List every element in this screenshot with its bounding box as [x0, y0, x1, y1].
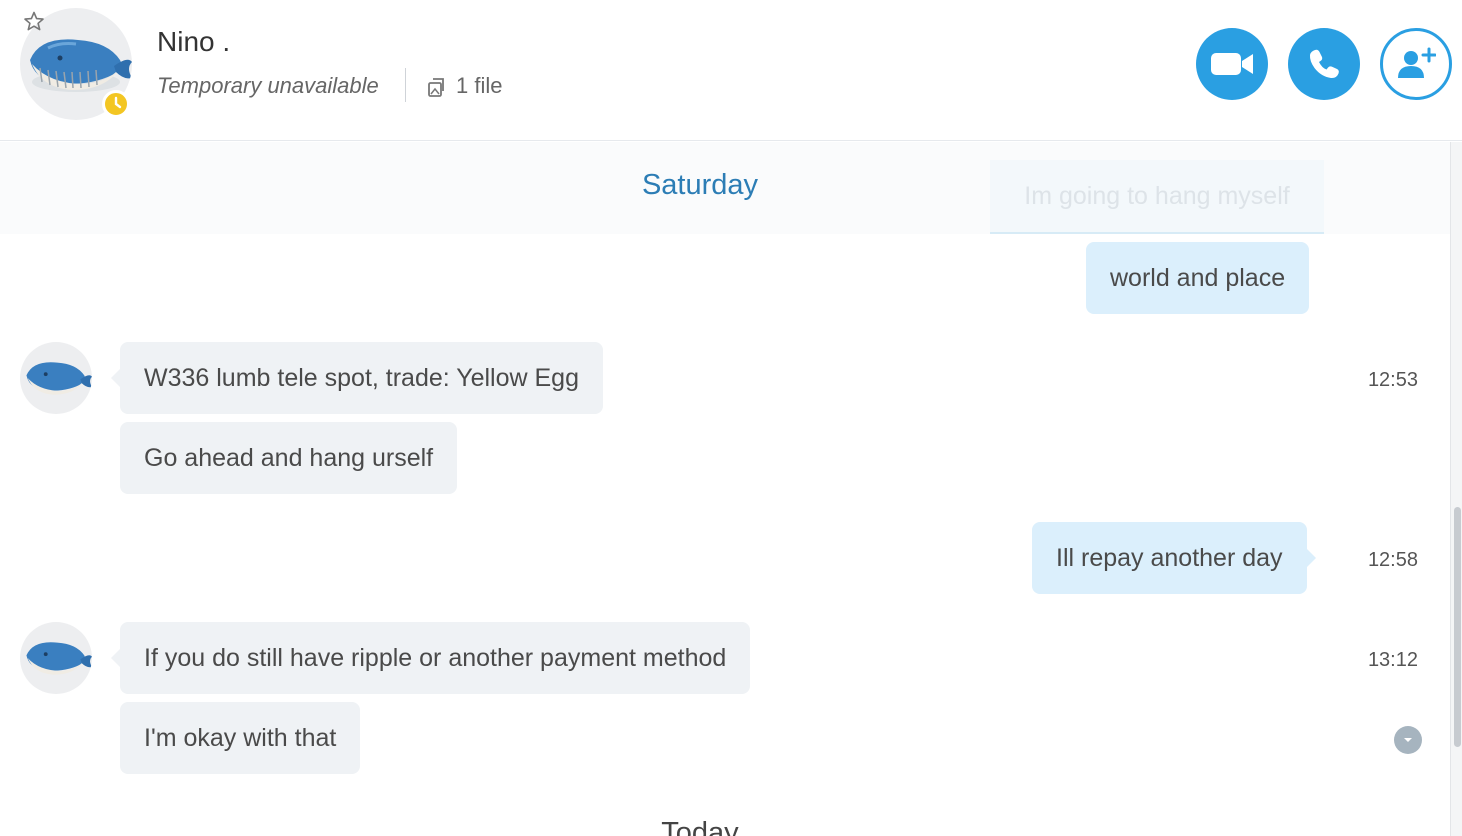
- message-bubble-outgoing[interactable]: Im going to hang myself: [990, 160, 1324, 234]
- whale-avatar-image: [26, 362, 92, 395]
- sender-avatar[interactable]: [20, 622, 92, 694]
- file-icon[interactable]: [427, 76, 447, 98]
- message-bubble-incoming[interactable]: I'm okay with that: [120, 702, 361, 774]
- message-bubble-outgoing[interactable]: world and place: [1086, 242, 1310, 314]
- message-list[interactable]: Saturday Im going to hang myself world a…: [0, 142, 1450, 836]
- message-bubble-incoming[interactable]: If you do still have ripple or another p…: [110, 622, 751, 694]
- message-bubble-incoming[interactable]: Go ahead and hang urself: [120, 422, 458, 494]
- shared-files-link[interactable]: 1 file: [456, 73, 502, 99]
- scrollbar[interactable]: [1450, 142, 1462, 836]
- day-label-today: Today: [661, 817, 739, 836]
- chevron-down-icon: [1404, 738, 1412, 742]
- message-bubble-incoming[interactable]: W336 lumb tele spot, trade: Yellow Egg: [111, 342, 603, 414]
- scrollbar-thumb[interactable]: [1454, 507, 1461, 747]
- message-timestamp: 12:53: [1367, 369, 1418, 391]
- whale-avatar-image: [26, 642, 92, 675]
- star-icon[interactable]: [22, 10, 46, 34]
- audio-call-button[interactable]: [1288, 28, 1360, 100]
- clock-icon: [102, 90, 130, 118]
- header-divider: [405, 68, 406, 102]
- video-camera-icon: [1211, 53, 1253, 75]
- video-call-button[interactable]: [1196, 28, 1268, 100]
- add-person-icon: [1398, 47, 1436, 78]
- phone-icon: [1309, 49, 1339, 79]
- add-participant-button[interactable]: [1380, 28, 1452, 100]
- contact-status: Temporary unavailable: [157, 73, 379, 98]
- scroll-to-bottom-button[interactable]: [1394, 726, 1422, 754]
- contact-name[interactable]: Nino .: [157, 26, 230, 58]
- message-timestamp: 13:12: [1367, 649, 1418, 671]
- chat-header: Nino . Temporary unavailable 1 file: [0, 0, 1462, 141]
- message-timestamp: 12:58: [1367, 549, 1418, 571]
- sender-avatar[interactable]: [20, 342, 92, 414]
- message-bubble-outgoing[interactable]: Ill repay another day: [1032, 522, 1316, 594]
